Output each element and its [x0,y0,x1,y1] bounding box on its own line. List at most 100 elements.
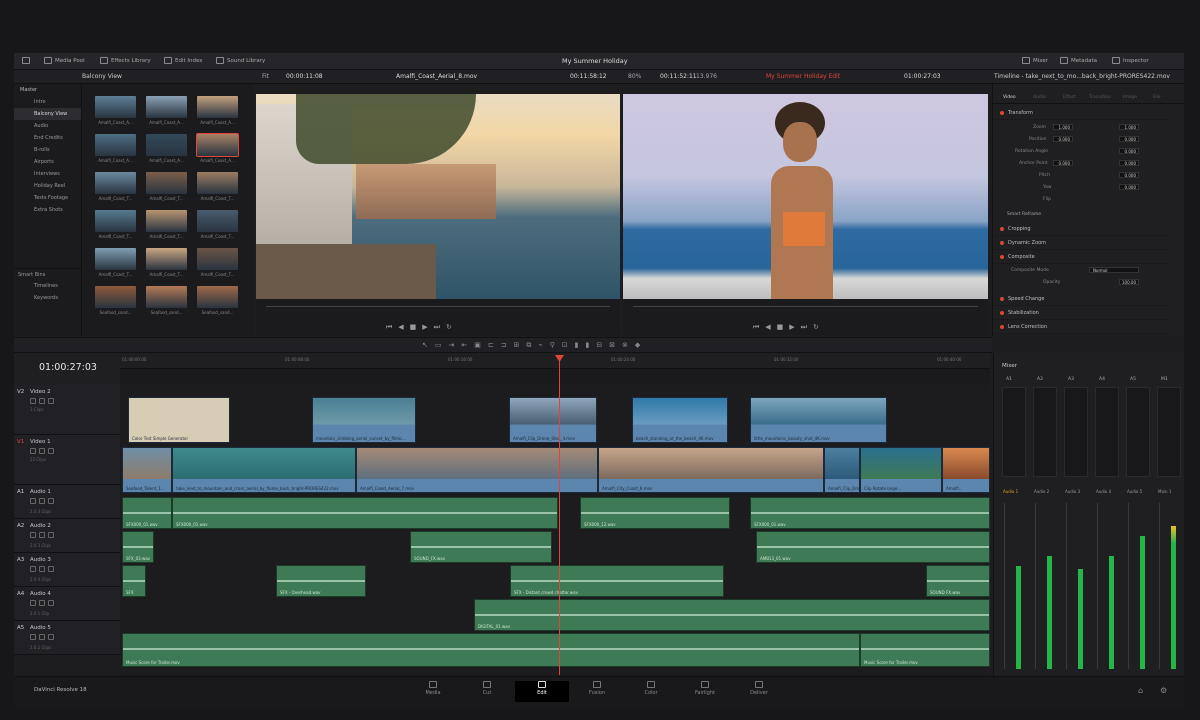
v1-clip[interactable]: Amalfi_Coast_Aerial_7.mov [356,447,598,493]
track-toggle-icon[interactable] [48,498,54,504]
track-toggle-icon[interactable] [39,498,45,504]
program-play-controls[interactable]: ⏮◀■▶⏭↻ [753,323,825,332]
dynamic-zoom-section[interactable]: Dynamic Zoom [993,236,1171,250]
position-y-field[interactable]: 0.000 [1119,136,1139,142]
bin-item[interactable]: Intro [14,96,81,108]
track-toggle-icon[interactable] [39,532,45,538]
source-play-controls[interactable]: ⏮◀■▶⏭↻ [386,323,458,332]
tab-audio[interactable]: Audio [1033,95,1046,100]
a2-clip[interactable]: AMB13_01.wav [756,531,990,563]
v1-clip[interactable]: Clip Rotate large... [860,447,942,493]
fader-track[interactable] [1097,503,1098,669]
media-thumbnail[interactable] [146,286,187,308]
track-controls[interactable] [30,566,54,572]
track-toggle-icon[interactable] [30,600,36,606]
track-toggle-icon[interactable] [30,398,36,404]
media-thumbnail[interactable] [95,172,136,194]
tab-image[interactable]: Image [1123,95,1137,100]
smart-reframe-section[interactable]: Smart Reframe [1007,212,1041,217]
mixer-button[interactable]: Mixer [1022,57,1048,64]
track-header-a2[interactable]: A2 Audio 2 2.0 3 Clips [14,519,120,553]
settings-gear-icon[interactable]: ⚙ [1160,686,1167,695]
track-toggle-icon[interactable] [39,600,45,606]
media-thumbnail[interactable] [196,133,239,157]
a5-clip[interactable]: Music Score for Trailer.mov [122,633,860,667]
track-header-a5[interactable]: A5 Audio 5 2.0 2 Clips [14,621,120,655]
fader-track[interactable] [1035,503,1036,669]
track-controls[interactable] [30,532,54,538]
program-zoom[interactable]: 80% [628,73,641,80]
source-zoom[interactable]: Fit [262,73,269,80]
media-thumbnail[interactable] [95,210,136,232]
bin-item[interactable]: B-rolls [14,144,81,156]
sound-library-button[interactable]: Sound Library [216,57,265,64]
track-toggle-icon[interactable] [30,566,36,572]
track-toggle-icon[interactable] [39,634,45,640]
fader-track[interactable] [1004,503,1005,669]
v2-clip[interactable]: mountain_climbing_aerial_sunset_by_filmi… [312,397,416,443]
mixer-channel-strip[interactable] [1033,387,1057,477]
bin-item[interactable]: Holiday Reel [14,180,81,192]
timeline-name[interactable]: My Summer Holiday Edit [766,73,840,80]
track-header-a1[interactable]: A1 Audio 1 2.0 3 Clips [14,485,120,519]
track-toggle-icon[interactable] [48,566,54,572]
fader-track[interactable] [1066,503,1067,669]
track-toggle-icon[interactable] [30,634,36,640]
track-controls[interactable] [30,600,54,606]
media-thumbnail[interactable] [146,96,187,118]
a3-clip[interactable]: SFX - Distant crowd chatter.wav [510,565,724,597]
anchor-x-field[interactable]: 0.000 [1053,160,1073,166]
track-toggle-icon[interactable] [39,566,45,572]
master-bin[interactable]: Master [14,84,81,96]
yaw-field[interactable]: 0.000 [1119,184,1139,190]
bin-item[interactable]: Audio [14,120,81,132]
rotation-field[interactable]: 0.000 [1119,148,1139,154]
track-toggle-icon[interactable] [48,532,54,538]
v1-clip[interactable]: Amalfi_Clip_Drone_... [824,447,860,493]
media-thumbnail[interactable] [95,134,136,156]
composite-mode-select[interactable]: Normal [1089,267,1139,273]
track-toggle-icon[interactable] [30,498,36,504]
v1-clip[interactable]: Amalfi... [942,447,990,493]
media-thumbnail[interactable] [95,248,136,270]
v2-clip[interactable]: little_mountains_beauty_shot_4K.mov [750,397,887,443]
mixer-channel-strip[interactable] [1064,387,1088,477]
media-pool-button[interactable]: Media Pool [44,57,85,64]
smart-bins-header[interactable]: Smart Bins [14,268,81,280]
metadata-button[interactable]: Metadata [1060,57,1097,64]
stabilization-section[interactable]: Stabilization [993,306,1171,320]
tab-file[interactable]: File [1153,95,1161,100]
mixer-channel-strip[interactable] [1095,387,1119,477]
media-thumbnail[interactable] [197,96,238,118]
mixer-channel-strip[interactable] [1126,387,1150,477]
track-header-v1[interactable]: V1 Video 1 23 Clips [14,435,120,485]
media-thumbnail[interactable] [146,248,187,270]
track-toggle-icon[interactable] [39,398,45,404]
bin-item-selected[interactable]: Balcony View [14,108,81,120]
smart-bin-item[interactable]: Timelines [14,280,81,292]
tab-fairlight[interactable]: Fairlight [678,681,732,696]
fader-track[interactable] [1128,503,1129,669]
speed-change-section[interactable]: Speed Change [993,292,1171,306]
tab-cut[interactable]: Cut [460,681,514,696]
zoom-y-field[interactable]: 1.000 [1119,124,1139,130]
a2-clip[interactable]: SFX_03.wav [122,531,154,563]
track-header-a4[interactable]: A4 Audio 4 2.0 1 Clip [14,587,120,621]
source-scrubber[interactable] [266,306,610,307]
mixer-channel-strip[interactable] [1157,387,1181,477]
bin-item[interactable]: Airports [14,156,81,168]
tab-media[interactable]: Media [406,681,460,696]
opacity-field[interactable]: 100.00 [1119,279,1139,285]
media-thumbnail[interactable] [95,96,136,118]
v1-clip[interactable]: take_next_to_mountain_and_cross_aerial_b… [172,447,356,493]
track-toggle-icon[interactable] [48,398,54,404]
program-scrubber[interactable] [633,306,978,307]
position-x-field[interactable]: 0.000 [1053,136,1073,142]
v2-clip[interactable]: Color Test Simple Generator [128,397,230,443]
tab-color[interactable]: Color [624,681,678,696]
tab-transition[interactable]: Transition [1089,95,1111,100]
a2-clip[interactable]: SOUND_FX.wav [410,531,552,563]
track-controls[interactable] [30,398,54,404]
a1-clip[interactable]: SFX000_12.wav [580,497,730,529]
media-thumbnail[interactable] [197,248,238,270]
